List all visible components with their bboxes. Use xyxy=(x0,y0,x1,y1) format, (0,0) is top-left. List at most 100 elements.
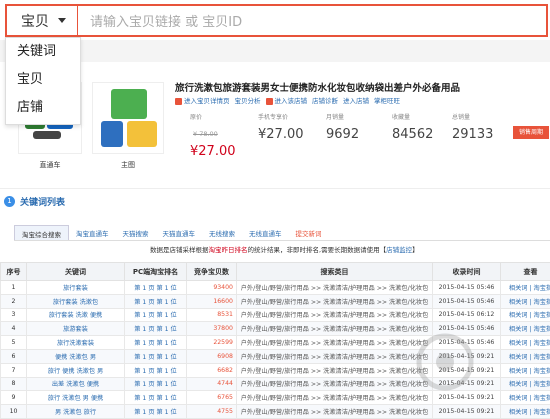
row-competitors: 37800 xyxy=(186,321,237,337)
stat-total-sales: 总销量 29133 xyxy=(452,114,494,142)
row-competitors: 4755 xyxy=(186,404,237,419)
row-index: 10 xyxy=(0,404,27,419)
row-keyword[interactable]: 旅行套装 洗漱 便携 xyxy=(26,307,125,323)
row-index: 2 xyxy=(0,293,27,309)
bag-blue-shape xyxy=(101,121,123,147)
link-enter-shop[interactable]: 进入店铺 xyxy=(343,95,369,105)
row-category: 户外/登山/野营/旅行用品 >> 洗漱清洁/护理用品 >> 洗漱包/化妆包 xyxy=(236,390,433,406)
shop-monitor-link[interactable]: 店铺监控 xyxy=(386,246,412,254)
link-diagnose[interactable]: 店铺诊断 xyxy=(312,95,338,105)
row-rank[interactable]: 第 1 页 第 1 位 xyxy=(124,376,187,392)
row-index: 8 xyxy=(0,376,27,392)
tab-taobao-search[interactable]: 淘宝综合搜索 xyxy=(14,225,69,240)
bag-main-shape xyxy=(111,89,147,119)
detail-icon xyxy=(175,97,182,105)
tab-submit-keyword[interactable]: 提交新词 xyxy=(289,225,329,240)
section-number-badge: 1 xyxy=(4,196,15,207)
img1-caption: 直通车 xyxy=(39,161,61,169)
row-keyword[interactable]: 旅行套装 洗漱包 xyxy=(26,293,125,309)
menu-item-shop[interactable]: 店铺 xyxy=(6,94,80,122)
row-index: 1 xyxy=(0,280,27,295)
col-keyword[interactable]: 关键词 xyxy=(26,262,125,281)
row-category: 户外/登山/野营/旅行用品 >> 洗漱清洁/护理用品 >> 洗漱包/化妆包 xyxy=(236,335,433,350)
row-rank[interactable]: 第 1 页 第 1 位 xyxy=(124,321,187,337)
product-title[interactable]: 旅行洗漱包旅游套装男女士便携防水化妆包收纳袋出差户外必备用品 xyxy=(175,80,550,94)
tab-mobile-ztc[interactable]: 无线直通车 xyxy=(242,225,289,240)
row-competitors: 8531 xyxy=(186,307,237,323)
row-category: 户外/登山/野营/旅行用品 >> 洗漱清洁/护理用品 >> 洗漱包/化妆包 xyxy=(236,280,433,295)
old-price: ¥ 78.00 xyxy=(193,130,218,138)
row-actions[interactable]: 相关词 | 淘宝指 xyxy=(500,280,550,295)
col-date[interactable]: 收录时间 xyxy=(432,262,501,281)
link-analyze[interactable]: 宝贝分析 xyxy=(235,95,261,105)
link-shop[interactable]: 进入该店铺 xyxy=(265,95,307,105)
stat-original-price: 原价 xyxy=(190,114,203,121)
tab-taobao-ztc[interactable]: 淘宝直通车 xyxy=(69,225,116,240)
sales-cycle-button[interactable]: 销售周期 xyxy=(513,126,549,139)
row-index: 6 xyxy=(0,348,27,364)
menu-item-keyword[interactable]: 关键词 xyxy=(6,38,80,66)
shop-icon xyxy=(265,97,273,105)
table-header-row: 序号 关键词 PC端淘宝排名 竞争宝贝数 搜索类目 收录时间 查看 xyxy=(0,262,550,281)
row-keyword[interactable]: 旅行 洗漱包 男 便携 xyxy=(26,390,125,406)
search-scope-select[interactable]: 宝贝 xyxy=(5,4,77,37)
product-stats: 原价 手机专享价 ¥27.00 月销量 9692 收藏量 84562 总销量 29133 xyxy=(190,112,550,162)
link-detail[interactable]: 进入宝贝详情页 xyxy=(175,95,230,105)
row-category: 户外/登山/野营/旅行用品 >> 洗漱清洁/护理用品 >> 洗漱包/化妆包 xyxy=(236,362,433,378)
tab-tmall-ztc[interactable]: 天猫直通车 xyxy=(156,225,203,240)
row-keyword[interactable]: 男 洗漱包 旅行 xyxy=(26,404,125,419)
row-rank[interactable]: 第 1 页 第 1 位 xyxy=(124,390,187,406)
search-input[interactable]: 请输入宝贝链接 或 宝贝ID xyxy=(77,4,548,37)
table-row: 2 旅行套装 洗漱包第 1 页 第 1 位 16600 户外/登山/野营/旅行用品 >… xyxy=(0,293,550,309)
row-index: 3 xyxy=(0,307,27,323)
row-rank[interactable]: 第 1 页 第 1 位 xyxy=(124,307,187,323)
section-title: 关键词列表 xyxy=(20,198,66,208)
col-category[interactable]: 搜索类目 xyxy=(236,262,433,281)
row-keyword[interactable]: 旅游套装 xyxy=(26,321,125,337)
product-image-main[interactable] xyxy=(92,82,164,154)
stat-mobile-price: 手机专享价 ¥27.00 xyxy=(258,114,304,142)
bag-yellow-shape xyxy=(127,121,157,147)
row-category: 户外/登山/野营/旅行用品 >> 洗漱清洁/护理用品 >> 洗漱包/化妆包 xyxy=(236,348,433,364)
row-rank[interactable]: 第 1 页 第 1 位 xyxy=(124,362,187,378)
row-rank[interactable]: 第 1 页 第 1 位 xyxy=(124,348,187,364)
row-category: 户外/登山/野营/旅行用品 >> 洗漱清洁/护理用品 >> 洗漱包/化妆包 xyxy=(236,376,433,392)
stat-favorites: 收藏量 84562 xyxy=(392,114,434,142)
row-category: 户外/登山/野营/旅行用品 >> 洗漱清洁/护理用品 >> 洗漱包/化妆包 xyxy=(236,293,433,309)
img2-caption: 主图 xyxy=(121,161,135,169)
row-index: 9 xyxy=(0,390,27,406)
row-competitors: 16600 xyxy=(186,293,237,309)
row-index: 4 xyxy=(0,321,27,337)
search-bar: 宝贝 请输入宝贝链接 或 宝贝ID xyxy=(0,0,550,40)
row-date: 2015-04-15 05:46 xyxy=(432,293,501,309)
row-keyword[interactable]: 便携 洗漱包 男 xyxy=(26,348,125,364)
menu-item-product[interactable]: 宝贝 xyxy=(6,66,80,94)
row-rank[interactable]: 第 1 页 第 1 位 xyxy=(124,280,187,295)
tab-tmall-search[interactable]: 天猫搜索 xyxy=(116,225,156,240)
row-date: 2015-04-15 05:46 xyxy=(432,280,501,295)
product-links: 进入宝贝详情页 宝贝分析 进入该店铺 店铺诊断 进入店铺 掌柜旺旺 xyxy=(175,95,550,105)
row-keyword[interactable]: 旅行洗漱套装 xyxy=(26,335,125,350)
row-rank[interactable]: 第 1 页 第 1 位 xyxy=(124,335,187,350)
row-rank[interactable]: 第 1 页 第 1 位 xyxy=(124,293,187,309)
row-keyword[interactable]: 旅行 便携 洗漱包 男 xyxy=(26,362,125,378)
current-price: ¥27.00 xyxy=(190,144,236,159)
row-competitors: 4744 xyxy=(186,376,237,392)
watermark-logo xyxy=(416,333,474,391)
row-actions[interactable]: 相关词 | 淘宝指 xyxy=(500,293,550,309)
row-index: 5 xyxy=(0,335,27,350)
row-keyword[interactable]: 旅行套装 xyxy=(26,280,125,295)
col-competitors[interactable]: 竞争宝贝数 xyxy=(186,262,237,281)
col-index[interactable]: 序号 xyxy=(0,262,27,281)
table-row: 1 旅行套装第 1 页 第 1 位 93400 户外/登山/野营/旅行用品 >> 洗漱… xyxy=(0,280,550,295)
row-keyword[interactable]: 出差 洗漱包 便携 xyxy=(26,376,125,392)
tab-mobile-search[interactable]: 无线搜索 xyxy=(202,225,242,240)
col-pc-rank[interactable]: PC端淘宝排名 xyxy=(124,262,187,281)
bag-dark-shape xyxy=(33,131,61,139)
link-wangwang[interactable]: 掌柜旺旺 xyxy=(374,95,400,105)
section-divider xyxy=(0,188,550,189)
col-view[interactable]: 查看 xyxy=(500,262,550,281)
chevron-down-icon xyxy=(58,18,66,23)
data-notice: 数据是店铺采样根据淘宝昨日排名的统计结果，非即时排名,需要长期数据请使用【店铺监… xyxy=(150,246,419,254)
row-rank[interactable]: 第 1 页 第 1 位 xyxy=(124,404,187,419)
